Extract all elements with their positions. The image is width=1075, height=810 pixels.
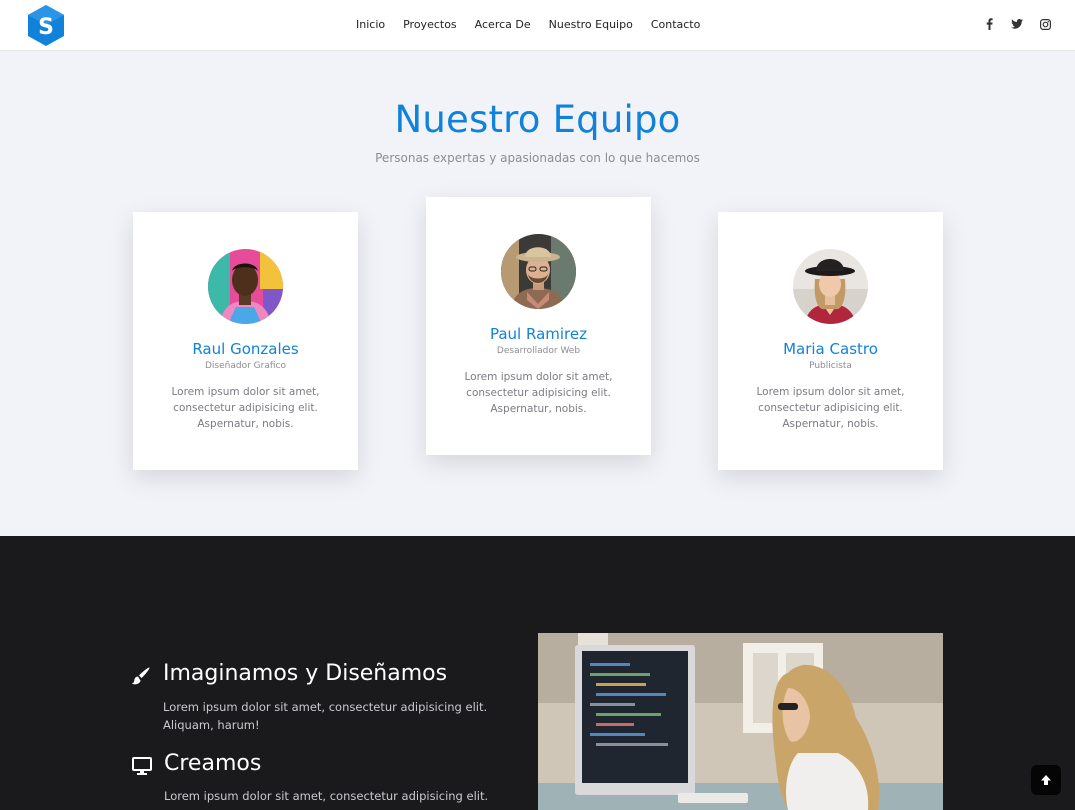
member-description: Lorem ipsum dolor sit amet, consectetur … <box>464 371 613 415</box>
desktop-icon <box>132 756 152 776</box>
section-title: Nuestro Equipo <box>394 98 681 141</box>
instagram-icon[interactable] <box>1039 17 1051 31</box>
team-card: Maria Castro Publicista Lorem ipsum dolo… <box>718 212 943 470</box>
avatar <box>208 249 283 324</box>
logo[interactable]: S <box>26 4 66 47</box>
member-name: Raul Gonzales <box>192 340 299 358</box>
svg-text:S: S <box>38 15 54 40</box>
member-name: Maria Castro <box>783 340 878 358</box>
member-description: Lorem ipsum dolor sit amet, consectetur … <box>171 386 320 430</box>
member-name: Paul Ramirez <box>489 325 587 343</box>
avatar <box>501 234 576 309</box>
member-role: Desarrollador Web <box>496 346 581 356</box>
twitter-icon[interactable] <box>1011 17 1023 31</box>
feature-title: Creamos <box>164 751 262 776</box>
social-links <box>983 17 1051 31</box>
services-section: Imaginamos y Diseñamos Lorem ipsum dolor… <box>0 536 1075 810</box>
nav-link-nuestro-equipo[interactable]: Nuestro Equipo <box>549 18 633 31</box>
nav-link-contacto[interactable]: Contacto <box>651 18 701 31</box>
workspace-photo <box>538 633 943 810</box>
team-card: Paul Ramirez Desarrollador Web Lorem ips… <box>426 197 651 455</box>
feature-description: Lorem ipsum dolor sit amet, consectetur … <box>164 789 489 803</box>
section-subtitle: Personas expertas y apasionadas con lo q… <box>375 151 700 165</box>
nav-links: Inicio Proyectos Acerca De Nuestro Equip… <box>356 18 718 31</box>
avatar <box>793 249 868 324</box>
team-card: Raul Gonzales Diseñador Grafico Lorem ip… <box>133 212 358 470</box>
scroll-to-top-button[interactable] <box>1031 765 1061 795</box>
member-role: Publicista <box>809 361 852 371</box>
feature-title: Imaginamos y Diseñamos <box>163 661 448 686</box>
member-role: Diseñador Grafico <box>205 361 286 371</box>
nav-link-proyectos[interactable]: Proyectos <box>403 18 457 31</box>
paintbrush-icon <box>131 666 151 686</box>
nav-link-acerca-de[interactable]: Acerca De <box>475 18 531 31</box>
member-description: Lorem ipsum dolor sit amet, consectetur … <box>756 386 905 430</box>
arrow-up-icon <box>1040 771 1052 790</box>
facebook-icon[interactable] <box>983 17 995 31</box>
feature-description: Lorem ipsum dolor sit amet, consectetur … <box>163 700 488 732</box>
nav-link-inicio[interactable]: Inicio <box>356 18 385 31</box>
team-section: Nuestro Equipo Personas expertas y apasi… <box>0 51 1075 536</box>
navbar: S Inicio Proyectos Acerca De Nuestro Equ… <box>0 0 1075 51</box>
